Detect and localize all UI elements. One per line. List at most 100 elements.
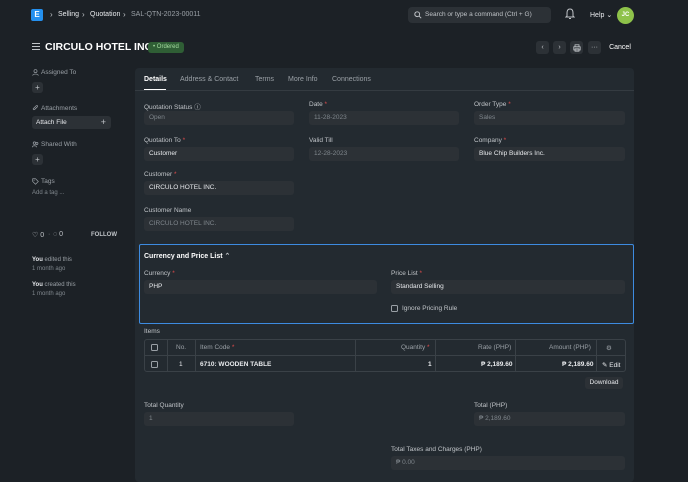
activity-time: 1 month ago <box>32 266 66 272</box>
like-count[interactable]: ♡ 0 <box>32 231 44 239</box>
ignore-pricing-rule-checkbox[interactable] <box>391 305 398 312</box>
order-type-label: Order Type * <box>474 101 511 108</box>
quotation-status-field[interactable]: Open <box>144 111 294 125</box>
ignore-pricing-rule-label: Ignore Pricing Rule <box>402 305 458 312</box>
total-taxes-label: Total Taxes and Charges (PHP) <box>391 446 482 453</box>
add-share-button[interactable]: + <box>32 154 43 165</box>
required-marker: * <box>503 137 507 144</box>
company-label: Company * <box>474 137 506 144</box>
search-bar[interactable]: Search or type a command (Ctrl + G) <box>408 7 551 23</box>
row-quantity[interactable]: 1 <box>428 361 432 368</box>
table-divider <box>144 355 626 356</box>
company-field[interactable]: Blue Chip Builders Inc. <box>474 147 625 161</box>
required-marker: * <box>427 344 430 351</box>
total-taxes-field[interactable]: ₱ 0.00 <box>391 456 625 470</box>
comments-value: 0 <box>59 231 64 238</box>
price-list-field[interactable]: Standard Selling <box>391 280 625 294</box>
required-marker: * <box>324 101 328 108</box>
breadcrumb-selling[interactable]: Selling <box>58 11 79 18</box>
required-marker: * <box>182 137 186 144</box>
status-badge: • Ordered <box>148 42 184 53</box>
table-divider <box>195 339 196 372</box>
currency-field[interactable]: PHP <box>144 280 377 294</box>
heart-icon: ♡ <box>32 232 39 239</box>
ellipsis-icon: ··· <box>591 44 598 51</box>
table-divider <box>355 339 356 372</box>
attachments-label: Attachments <box>41 105 78 112</box>
currency-label: Currency * <box>144 270 175 277</box>
quotation-to-label: Quotation To * <box>144 137 185 144</box>
cancel-button[interactable]: Cancel <box>606 41 634 54</box>
tab-details[interactable]: Details <box>144 76 167 83</box>
activity-item: You edited this <box>32 257 72 263</box>
info-icon: ⓘ <box>194 104 201 111</box>
printer-icon <box>572 43 581 52</box>
table-divider <box>515 339 516 372</box>
row-item-code[interactable]: 6710: WOODEN TABLE <box>200 361 271 368</box>
attach-file-button[interactable]: Attach File + <box>32 116 111 129</box>
total-field[interactable]: ₱ 2,189.60 <box>474 412 625 426</box>
breadcrumb-quotation[interactable]: Quotation <box>90 11 120 18</box>
help-label: Help <box>590 12 605 19</box>
customer-field[interactable]: CIRCULO HOTEL INC. <box>144 181 294 195</box>
item-code-header-text: Item Code <box>200 344 230 351</box>
status-badge-label: Ordered <box>156 44 179 50</box>
add-tag-link[interactable]: Add a tag ... <box>32 190 64 196</box>
bell-icon[interactable] <box>565 8 575 20</box>
page-title: CIRCULO HOTEL INC. <box>45 41 156 53</box>
assigned-to-label: Assigned To <box>41 69 77 76</box>
add-assignee-button[interactable]: + <box>32 82 43 93</box>
price-list-label: Price List * <box>391 270 422 277</box>
section-title-text: Currency and Price List <box>144 253 223 260</box>
table-divider <box>596 339 597 372</box>
app-logo[interactable]: E <box>31 9 43 21</box>
total-quantity-field[interactable]: 1 <box>144 412 294 426</box>
customer-label: Customer * <box>144 171 177 178</box>
date-field[interactable]: 11-28-2023 <box>309 111 459 125</box>
tab-address-contact[interactable]: Address & Contact <box>180 76 238 83</box>
navbar: E › Selling › Quotation › SAL-QTN-2023-0… <box>0 0 688 30</box>
row-checkbox[interactable] <box>151 361 158 368</box>
attach-file-label: Attach File <box>36 119 67 126</box>
price-list-label-text: Price List <box>391 270 418 277</box>
tab-more-info[interactable]: More Info <box>288 76 318 83</box>
quotation-to-field[interactable]: Customer <box>144 147 294 161</box>
search-placeholder: Search or type a command (Ctrl + G) <box>425 11 532 18</box>
tab-connections[interactable]: Connections <box>332 76 371 83</box>
more-actions-button[interactable]: ··· <box>588 41 601 54</box>
plus-icon: + <box>35 83 40 92</box>
valid-till-field[interactable]: 12-28-2023 <box>309 147 459 161</box>
shared-with-label: Shared With <box>41 141 77 148</box>
settings-icon[interactable]: ⚙ <box>606 344 612 352</box>
print-button[interactable] <box>570 41 583 54</box>
activity-user: You <box>32 282 43 288</box>
previous-doc-button[interactable]: ‹ <box>536 41 549 54</box>
next-doc-button[interactable]: › <box>553 41 566 54</box>
order-type-label-text: Order Type <box>474 101 507 108</box>
likes-value: 0 <box>40 232 45 239</box>
select-all-checkbox[interactable] <box>151 344 158 351</box>
required-marker: * <box>419 270 423 277</box>
activity-item: You created this <box>32 282 76 288</box>
avatar[interactable]: JC <box>617 7 634 24</box>
row-rate[interactable]: ₱ 2,189.60 <box>481 361 512 368</box>
row-edit-button[interactable]: ✎ Edit <box>602 361 620 369</box>
download-button[interactable]: Download <box>585 377 623 389</box>
sidebar-toggle-icon[interactable] <box>32 43 40 50</box>
activity-action: edited this <box>42 257 72 263</box>
plus-icon: + <box>100 117 106 127</box>
tab-terms[interactable]: Terms <box>255 76 274 83</box>
comment-count[interactable]: ◌ 0 <box>53 231 63 238</box>
table-divider <box>435 339 436 372</box>
customer-name-label: Customer Name <box>144 207 192 214</box>
customer-name-field[interactable]: CIRCULO HOTEL INC. <box>144 217 294 231</box>
help-menu[interactable]: Help ⌄ <box>590 11 612 19</box>
follow-button[interactable]: FOLLOW <box>91 232 117 238</box>
section-currency-price-list[interactable]: Currency and Price List ⌃ <box>144 252 230 260</box>
plus-icon: + <box>35 155 40 164</box>
order-type-field[interactable]: Sales <box>474 111 625 125</box>
total-quantity-label: Total Quantity <box>144 402 184 409</box>
users-icon <box>32 141 39 148</box>
chevron-left-icon: ‹ <box>541 44 544 51</box>
chevron-down-icon: ⌄ <box>606 12 613 19</box>
